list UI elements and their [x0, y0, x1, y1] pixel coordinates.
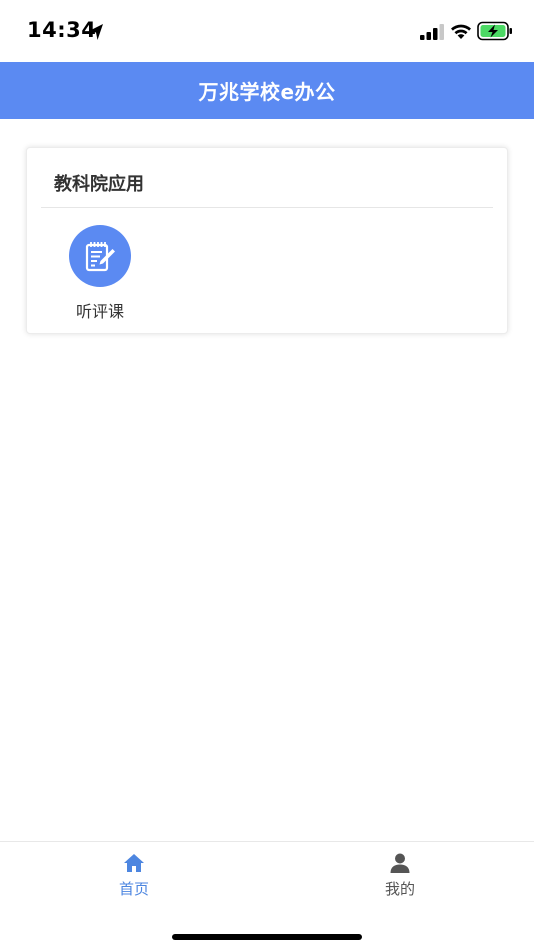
tab-home[interactable]: 首页	[84, 850, 184, 902]
status-time: 14:34	[27, 18, 97, 42]
app-icon-circle	[69, 225, 131, 287]
apps-card: 教科院应用 听评课	[26, 147, 508, 334]
status-bar: 14:34	[0, 0, 534, 62]
tab-label-home: 首页	[118, 880, 149, 898]
app-header: 万兆学校e办公	[0, 62, 534, 119]
tab-label-mine: 我的	[384, 880, 415, 898]
app-tile-lesson-evaluation[interactable]: 听评课	[63, 225, 137, 325]
battery-charging-icon	[477, 21, 512, 41]
home-icon	[124, 854, 144, 872]
card-divider	[41, 207, 493, 208]
tab-mine[interactable]: 我的	[350, 850, 450, 902]
location-arrow-icon	[89, 24, 103, 40]
cellular-signal-icon	[420, 24, 444, 40]
page-title: 万兆学校e办公	[198, 80, 336, 104]
wifi-icon	[451, 24, 471, 39]
app-label: 听评课	[75, 302, 124, 321]
card-title: 教科院应用	[54, 174, 144, 195]
user-icon	[390, 853, 410, 873]
notepad-pencil-icon	[85, 242, 115, 272]
home-indicator	[172, 934, 362, 940]
